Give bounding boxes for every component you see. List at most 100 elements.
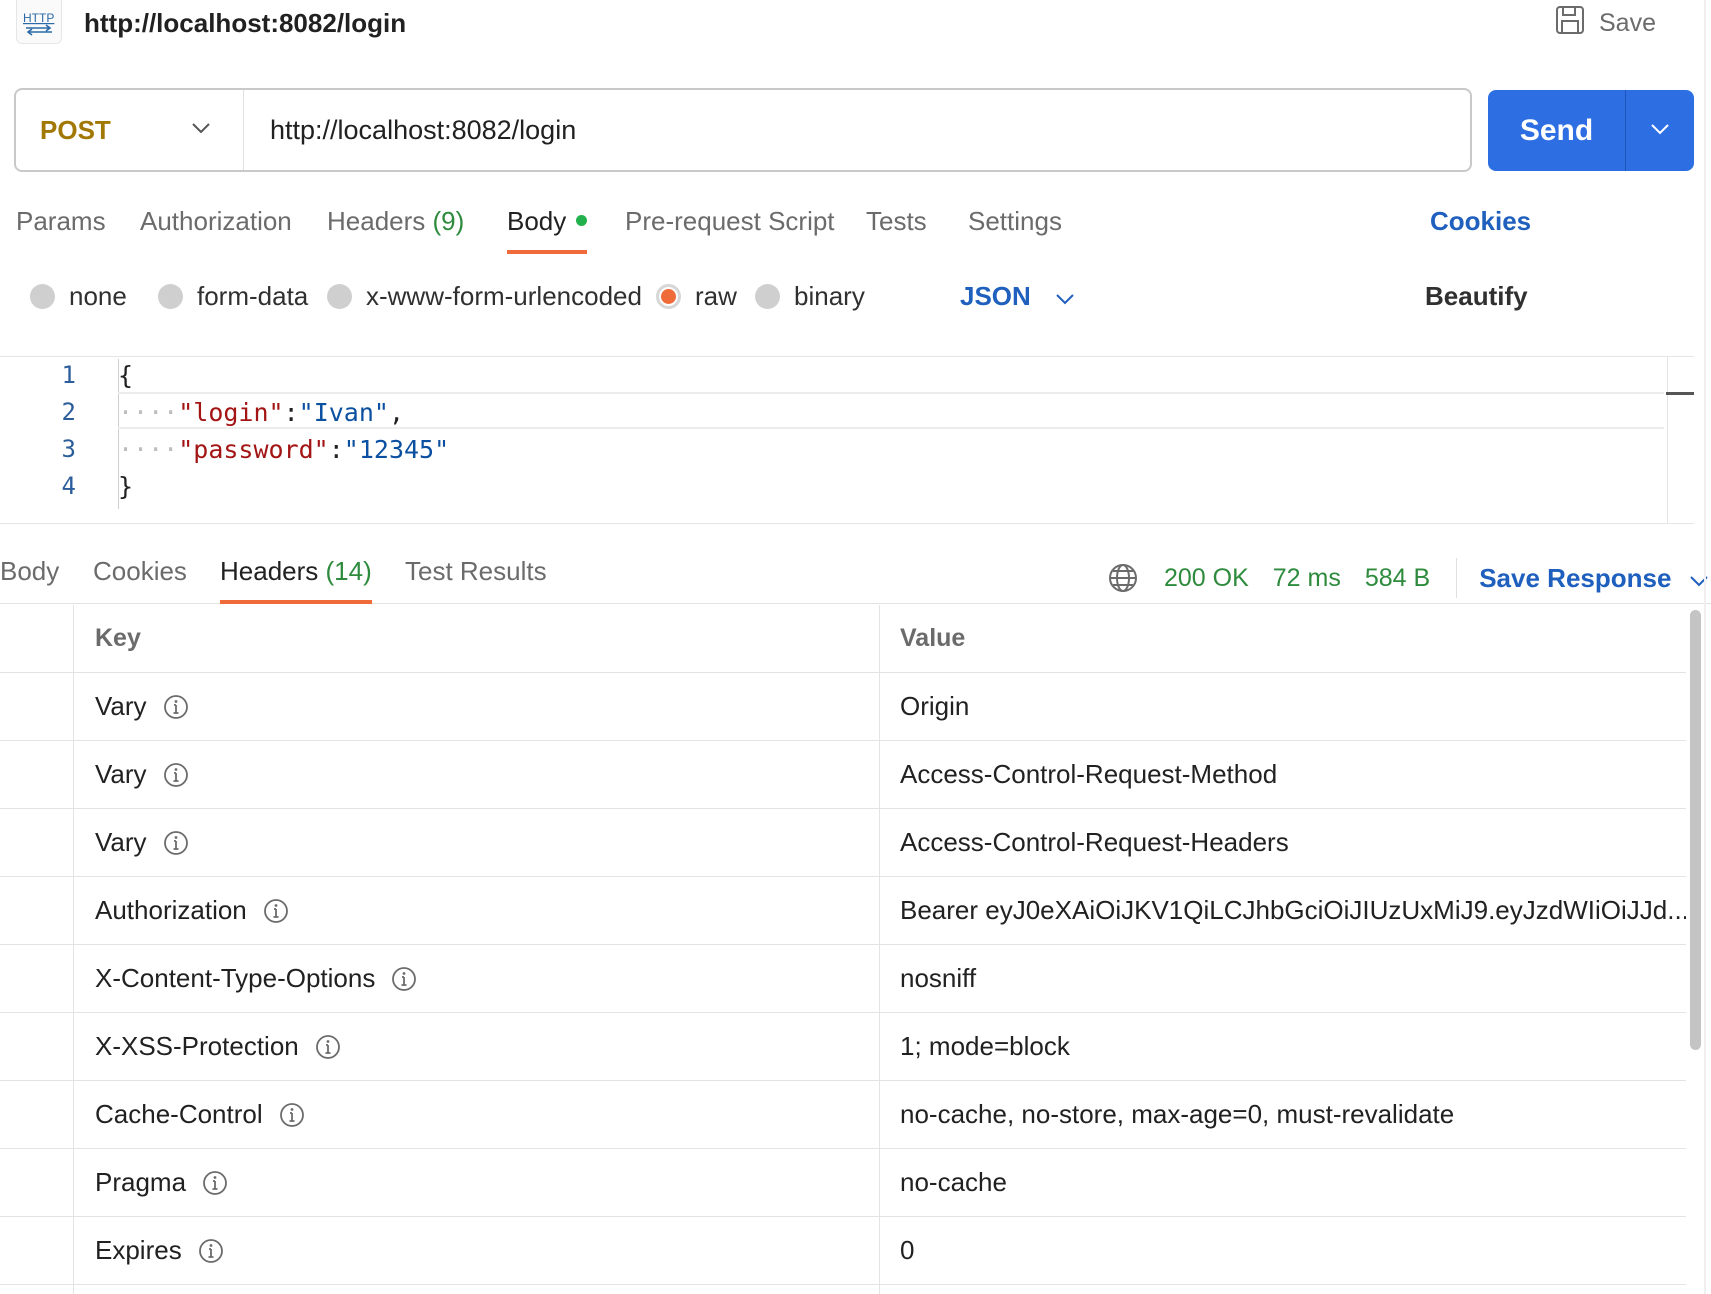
chevron-down-icon [1650, 122, 1670, 140]
tab-test-results[interactable]: Test Results [405, 552, 547, 604]
radio-urlencoded[interactable]: x-www-form-urlencoded [327, 276, 642, 316]
json-colon: : [283, 398, 299, 427]
info-icon[interactable] [263, 898, 289, 924]
body-editor[interactable]: 1 2 3 4 { ····"login":"Ivan", ····"passw… [0, 356, 1694, 524]
chevron-down-icon [1055, 281, 1075, 312]
tab-response-cookies[interactable]: Cookies [93, 552, 187, 604]
line-number-gutter: 1 2 3 4 [0, 357, 110, 523]
send-button[interactable]: Send [1488, 90, 1626, 171]
tab-authorization[interactable]: Authorization [140, 202, 292, 254]
code-area[interactable]: { ····"login":"Ivan", ····"password":"12… [118, 357, 1664, 523]
line-number: 4 [61, 472, 76, 500]
body-format-select[interactable]: JSON [960, 276, 1075, 316]
header-key: Cache-Control [95, 1099, 263, 1129]
open-brace: { [118, 361, 134, 390]
tab-response-headers[interactable]: Headers (14) [220, 552, 372, 604]
header-key-cell: Cache-Control [75, 1081, 880, 1148]
radio-raw-label: raw [695, 280, 737, 311]
table-gutter-cell [0, 809, 74, 876]
header-value[interactable]: Access-Control-Request-Headers [881, 809, 1686, 876]
json-comma: , [388, 398, 405, 427]
header-key-cell: Vary [75, 741, 880, 808]
radio-form-data-label: form-data [197, 280, 309, 311]
tab-pre-request-script[interactable]: Pre-request Script [625, 202, 835, 254]
info-icon[interactable] [163, 694, 189, 720]
info-icon[interactable] [279, 1102, 305, 1128]
save-response-button[interactable]: Save Response [1479, 559, 1709, 597]
tab-response-body[interactable]: Body [0, 552, 59, 604]
radio-binary[interactable]: binary [755, 276, 865, 316]
info-icon[interactable] [163, 830, 189, 856]
header-value[interactable]: no-cache, no-store, max-age=0, must-reva… [881, 1081, 1686, 1148]
body-type-options: none form-data x-www-form-urlencoded raw… [30, 276, 1690, 316]
tab-headers[interactable]: Headers (9) [327, 202, 464, 254]
header-key-cell: Expires [75, 1217, 880, 1284]
cookies-link[interactable]: Cookies [1430, 202, 1531, 254]
header-value[interactable]: Origin [881, 673, 1686, 740]
radio-icon [327, 283, 352, 309]
send-options-button[interactable] [1626, 90, 1694, 171]
method-label: POST [40, 114, 111, 145]
table-row: X-Content-Type-Options nosniff [0, 945, 1686, 1013]
tab-tests[interactable]: Tests [866, 202, 927, 254]
header-key: Expires [95, 1235, 182, 1265]
response-time[interactable]: 72 ms [1273, 559, 1341, 597]
editor-scrollbar[interactable] [1667, 357, 1668, 523]
table-gutter-cell [0, 1149, 74, 1216]
table-row [0, 1285, 1686, 1294]
radio-none-label: none [69, 280, 127, 311]
code-line: ····"password":"12345" [118, 431, 449, 468]
radio-selected-icon [656, 283, 681, 309]
header-value[interactable]: 1; mode=block [881, 1013, 1686, 1080]
info-icon[interactable] [315, 1034, 341, 1060]
tab-body[interactable]: Body [507, 202, 588, 254]
info-icon[interactable] [198, 1238, 224, 1264]
response-tabs: Body Cookies Headers (14) Test Results 2… [0, 538, 1711, 604]
radio-icon [755, 283, 780, 309]
table-row: Vary Origin [0, 673, 1686, 741]
info-icon[interactable] [202, 1170, 228, 1196]
tab-settings[interactable]: Settings [968, 202, 1062, 254]
header-value[interactable]: Access-Control-Request-Method [881, 741, 1686, 808]
header-key-cell: Vary [75, 673, 880, 740]
tab-headers-count: (9) [432, 206, 465, 236]
table-row: Expires 0 [0, 1217, 1686, 1285]
url-input[interactable] [244, 90, 1470, 170]
table-row: Authorization Bearer eyJ0eXAiOiJKV1QiLCJ… [0, 877, 1686, 945]
radio-binary-label: binary [794, 280, 865, 311]
header-value[interactable]: no-cache [881, 1149, 1686, 1216]
header-key: Authorization [95, 895, 247, 925]
table-row: X-XSS-Protection 1; mode=block [0, 1013, 1686, 1081]
beautify-button[interactable]: Beautify [1425, 276, 1528, 316]
request-title[interactable]: http://localhost:8082/login [84, 8, 406, 39]
code-line: } [118, 468, 133, 505]
header-value[interactable]: nosniff [881, 945, 1686, 1012]
response-scrollbar-thumb[interactable] [1690, 610, 1701, 1050]
close-brace: } [118, 472, 134, 501]
request-tabs: Params Authorization Headers (9) Body Pr… [16, 202, 1696, 254]
globe-icon[interactable] [1108, 563, 1138, 593]
response-size[interactable]: 584 B [1365, 559, 1430, 597]
header-value[interactable]: Bearer eyJ0eXAiOiJKV1QiLCJhbGciOiJIUzUxM… [881, 877, 1686, 944]
table-gutter-cell [0, 673, 74, 740]
line-number: 1 [61, 361, 76, 389]
radio-raw[interactable]: raw [656, 276, 737, 316]
http-icon: HTTP [16, 0, 62, 44]
info-icon[interactable] [163, 762, 189, 788]
tab-params[interactable]: Params [16, 202, 106, 254]
chevron-down-icon [191, 121, 211, 139]
radio-icon [30, 283, 55, 309]
radio-none[interactable]: none [30, 276, 127, 316]
radio-form-data[interactable]: form-data [158, 276, 308, 316]
table-gutter-cell [0, 741, 74, 808]
info-icon[interactable] [391, 966, 417, 992]
tab-headers-label: Headers [327, 206, 426, 236]
table-gutter-cell [0, 605, 74, 672]
body-format-label: JSON [960, 280, 1031, 311]
table-gutter-cell [0, 945, 74, 1012]
tab-body-label: Body [507, 206, 567, 236]
header-value[interactable]: 0 [881, 1217, 1686, 1284]
status-code[interactable]: 200 OK [1164, 559, 1249, 597]
method-select[interactable]: POST [16, 90, 244, 170]
save-button[interactable]: Save [1555, 5, 1656, 40]
